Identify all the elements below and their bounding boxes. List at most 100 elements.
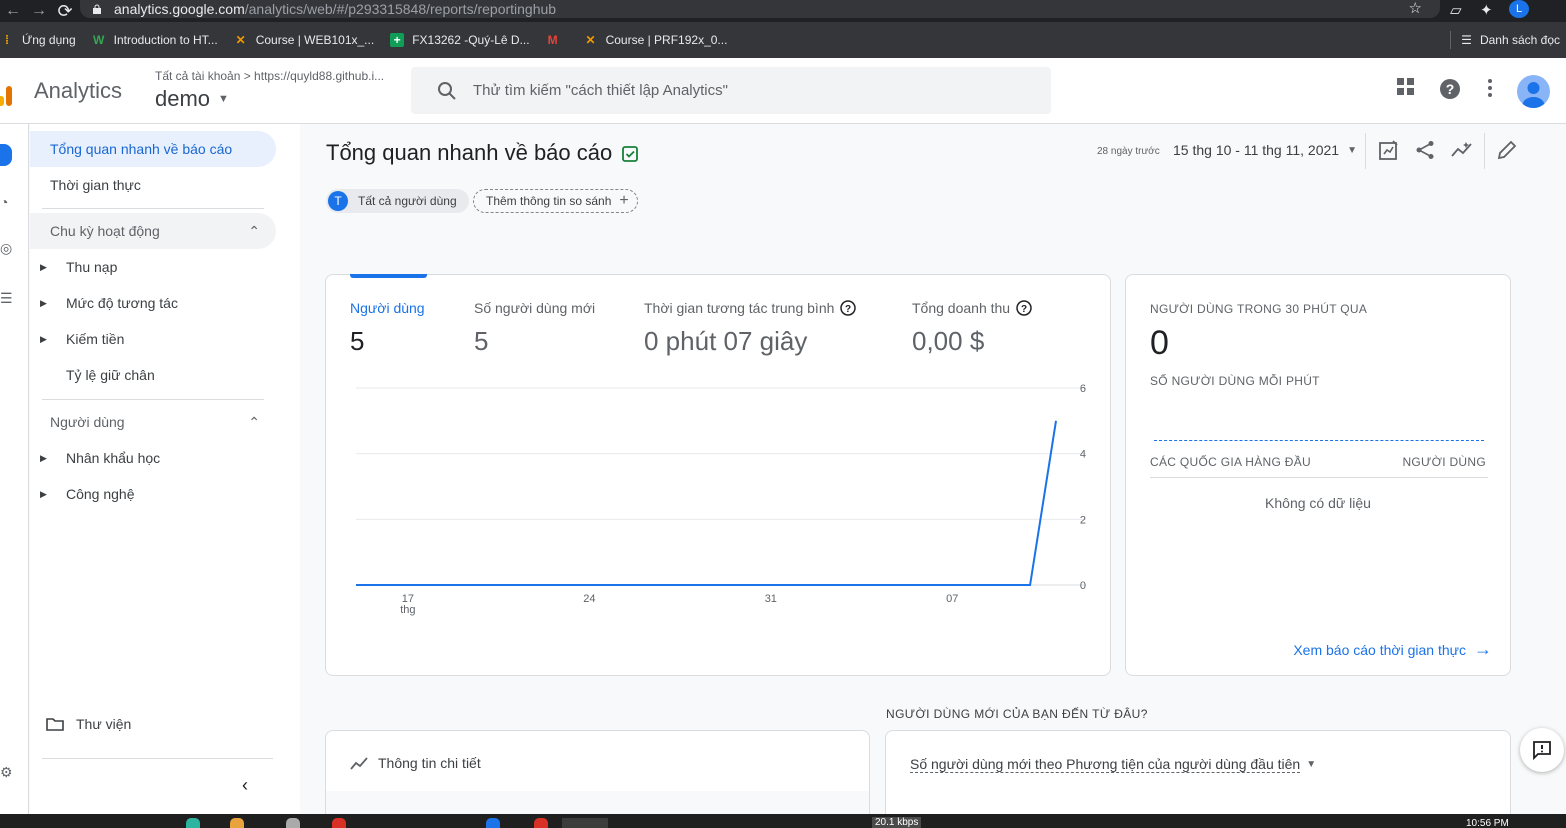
insights-icon xyxy=(350,757,368,770)
bookmark-fx13262[interactable]: + FX13262 -Quý-Lê D... xyxy=(390,33,530,47)
folder-icon xyxy=(46,718,64,731)
bookmark-star-icon[interactable]: ☆ xyxy=(1409,0,1422,17)
x-tick-label: 24 xyxy=(583,593,595,605)
profile-avatar[interactable]: L xyxy=(1509,0,1529,18)
edit-pencil-icon[interactable] xyxy=(1497,140,1517,160)
taskbar-app-icon[interactable] xyxy=(230,818,244,828)
nav-tech[interactable]: ▶ Công nghệ xyxy=(30,476,135,512)
per-minute-sparkline xyxy=(1154,440,1484,441)
nav-retention[interactable]: Tỷ lệ giữ chân xyxy=(30,357,155,393)
nav-engagement[interactable]: ▶ Mức độ tương tác xyxy=(30,285,178,321)
customize-report-icon[interactable] xyxy=(1379,140,1399,160)
forward-arrow-icon[interactable]: → xyxy=(26,2,52,20)
expand-arrow-icon: ▶ xyxy=(40,488,47,499)
taskbar-app-icon[interactable] xyxy=(186,818,200,828)
users-line-chart: 024617thg24 31 07 xyxy=(356,383,1086,616)
nav-realtime[interactable]: Thời gian thực xyxy=(30,167,141,203)
x-tick-sublabel: thg xyxy=(400,604,415,616)
nav-monetization[interactable]: ▶ Kiếm tiền xyxy=(30,321,124,357)
lock-icon xyxy=(93,4,101,14)
nav-acquisition[interactable]: ▶ Thu nạp xyxy=(30,249,117,285)
plus-icon: + xyxy=(619,192,629,209)
svg-text:?: ? xyxy=(1446,81,1455,97)
taskbar-app-icon[interactable] xyxy=(486,818,500,828)
realtime-count: 0 xyxy=(1150,324,1169,362)
divider xyxy=(1150,477,1488,478)
reload-icon[interactable]: ⟳ xyxy=(52,1,78,22)
x-tick-label: 31 xyxy=(765,593,777,605)
bookmark-course-web[interactable]: ✕ Course | WEB101x_... xyxy=(234,33,375,47)
realtime-per-minute-label: SỐ NGƯỜI DÙNG MỖI PHÚT xyxy=(1150,374,1320,388)
add-comparison-button[interactable]: Thêm thông tin so sánh + xyxy=(473,189,638,213)
url-path: /analytics/web/#/p293315848/reports/repo… xyxy=(244,1,557,17)
source-dropdown[interactable]: Số người dùng mới theo Phương tiện của n… xyxy=(910,756,1316,773)
search-input[interactable]: Thử tìm kiếm "cách thiết lập Analytics" xyxy=(411,67,1051,114)
os-taskbar: 20.1 kbps 10:56 PM xyxy=(0,814,1566,828)
feedback-button[interactable] xyxy=(1520,728,1564,772)
bookmark-course-prf[interactable]: ✕ Course | PRF192x_0... xyxy=(584,33,728,47)
caret-down-icon: ▼ xyxy=(1347,144,1357,156)
browser-toolbar: ← → ⟳ analytics.google.com/analytics/web… xyxy=(0,0,1566,22)
nav-demographics[interactable]: ▶ Nhân khẩu học xyxy=(30,440,160,476)
y-tick-label: 4 xyxy=(1080,449,1086,461)
overview-card: Người dùng 5 Số người dùng mới 5 Thời gi… xyxy=(325,274,1111,676)
extension-icon[interactable]: ▱ xyxy=(1450,0,1462,20)
date-range-picker[interactable]: 15 thg 10 - 11 thg 11, 2021 ▼ xyxy=(1173,142,1357,158)
insights-header: Thông tin chi tiết xyxy=(350,755,481,771)
share-icon[interactable] xyxy=(1415,140,1435,160)
collapse-nav-chevron-icon[interactable]: ‹ xyxy=(242,775,248,796)
configure-icon[interactable]: ☰ xyxy=(0,290,16,308)
more-vert-icon[interactable] xyxy=(1487,78,1493,98)
realtime-card: NGƯỜI DÙNG TRONG 30 PHÚT QUA 0 SỐ NGƯỜI … xyxy=(1125,274,1511,676)
puzzle-icon[interactable]: ✦ xyxy=(1480,0,1493,20)
comparison-chip-all-users[interactable]: T Tất cả người dùng xyxy=(326,189,469,213)
caret-down-icon: ▼ xyxy=(1306,759,1317,770)
search-icon xyxy=(438,81,456,100)
reading-list[interactable]: ☰ Danh sách đọc xyxy=(1450,22,1560,58)
chevron-up-icon: ⌃ xyxy=(248,222,260,239)
course-x-icon: ✕ xyxy=(235,33,246,47)
back-arrow-icon[interactable]: ← xyxy=(0,2,26,20)
left-rail: ◔ ◎ ☰ ⚙ xyxy=(0,124,29,814)
address-bar[interactable]: analytics.google.com/analytics/web/#/p29… xyxy=(80,0,1440,18)
reports-icon[interactable] xyxy=(0,144,12,166)
taskbar-app-icon[interactable] xyxy=(534,818,548,828)
realtime-title: NGƯỜI DÙNG TRONG 30 PHÚT QUA xyxy=(1150,302,1368,316)
y-tick-label: 0 xyxy=(1080,580,1086,592)
divider xyxy=(1450,31,1452,49)
settings-gear-icon[interactable]: ⚙ xyxy=(0,764,16,782)
taskbar-app-icon[interactable] xyxy=(286,818,300,828)
apps-grid-icon[interactable] xyxy=(1397,78,1415,96)
chevron-down-icon: ▼ xyxy=(218,93,229,105)
property-name: demo xyxy=(155,86,211,111)
bookmark-apps[interactable]: ⁞ Ứng dụng xyxy=(0,33,76,47)
browser-nav: ← → ⟳ xyxy=(0,0,78,22)
date-hint: 28 ngày trước xyxy=(1097,146,1160,157)
taskbar-app-icon[interactable] xyxy=(332,818,346,828)
nav-section-user[interactable]: Người dùng ⌃ xyxy=(30,404,276,440)
no-data-message: Không có dữ liệu xyxy=(1265,495,1371,511)
nav-reports-snapshot[interactable]: Tổng quan nhanh về báo cáo xyxy=(30,131,276,167)
divider xyxy=(42,758,273,759)
explore-icon[interactable]: ◔ xyxy=(0,194,16,212)
insights-icon[interactable] xyxy=(1451,140,1473,160)
y-tick-label: 6 xyxy=(1080,383,1086,395)
user-avatar[interactable] xyxy=(1517,75,1550,108)
chevron-up-icon: ⌃ xyxy=(248,413,260,430)
verified-check-icon xyxy=(622,146,639,162)
bookmark-intro-html[interactable]: W Introduction to HT... xyxy=(92,33,218,47)
breadcrumb[interactable]: Tất cả tài khoản > https://quyld88.githu… xyxy=(155,69,384,83)
col-users: NGƯỜI DÙNG xyxy=(1402,455,1486,469)
help-icon[interactable]: ? xyxy=(1439,78,1461,100)
nav-library[interactable]: Thư viện xyxy=(46,716,131,732)
expand-arrow-icon: ▶ xyxy=(40,297,47,308)
bookmark-gmail[interactable]: M xyxy=(546,33,568,47)
taskbar-active-app[interactable] xyxy=(562,818,608,828)
divider xyxy=(42,208,264,209)
view-realtime-link[interactable]: Xem báo cáo thời gian thực → xyxy=(1293,639,1492,660)
advertising-icon[interactable]: ◎ xyxy=(0,240,16,258)
divider xyxy=(1484,133,1485,169)
course-x-icon: ✕ xyxy=(585,33,596,47)
nav-section-lifecycle[interactable]: Chu kỳ hoạt động ⌃ xyxy=(30,213,276,249)
property-selector[interactable]: demo ▼ xyxy=(155,86,229,112)
